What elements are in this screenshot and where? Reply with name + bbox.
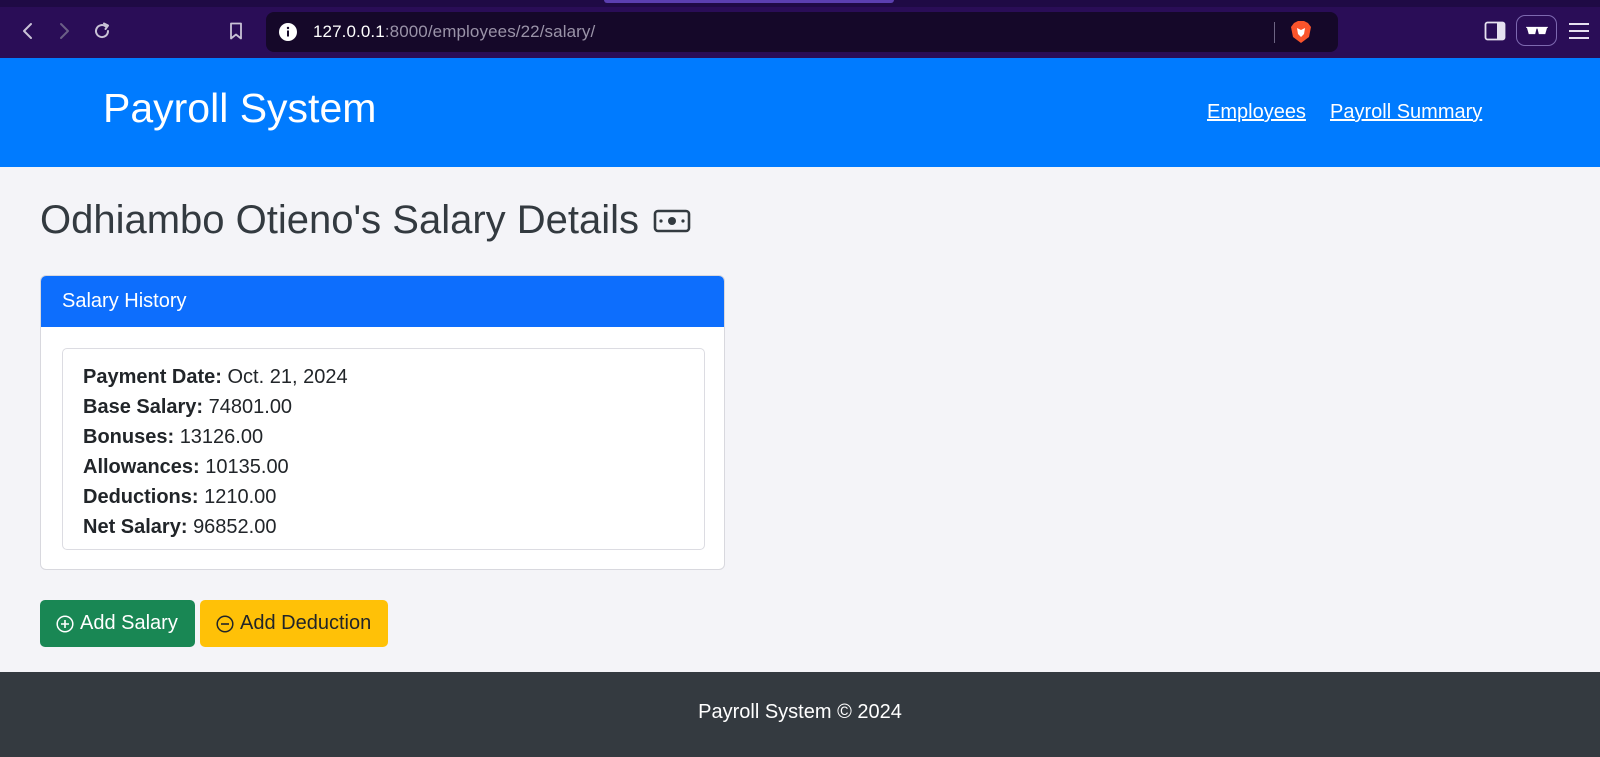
url-text[interactable]: 127.0.0.1:8000/employees/22/salary/: [313, 22, 595, 42]
bookmark-icon: [230, 22, 242, 40]
add-deduction-button[interactable]: Add Deduction: [200, 600, 388, 647]
site-header: Payroll System Employees Payroll Summary: [0, 58, 1600, 167]
salary-history-card: Salary History Payment Date: Oct. 21, 20…: [40, 275, 725, 570]
net-salary-label: Net Salary:: [83, 516, 188, 538]
brave-shields-icon[interactable]: [1290, 20, 1312, 44]
url-host: 127.0.0.1: [313, 22, 385, 41]
info-icon[interactable]: [278, 22, 298, 42]
base-salary-value: 74801.00: [208, 396, 293, 418]
back-button[interactable]: [14, 17, 42, 45]
active-tab-indicator: [604, 0, 894, 3]
glasses-icon: [1525, 26, 1548, 35]
chevron-left-icon: [23, 23, 32, 39]
footer-text: Payroll System © 2024: [698, 701, 902, 723]
salary-record: Payment Date: Oct. 21, 2024 Base Salary:…: [62, 348, 705, 550]
card-header: Salary History: [41, 276, 724, 327]
url-divider: [1274, 22, 1275, 43]
net-salary-row: Net Salary: 96852.00: [83, 512, 684, 542]
site-footer: Payroll System © 2024: [0, 672, 1600, 757]
bookmark-button[interactable]: [222, 17, 250, 45]
payment-date-value: Oct. 21, 2024: [227, 366, 348, 388]
plus-circle-icon: [56, 614, 74, 633]
payment-date-label: Payment Date:: [83, 366, 222, 388]
brand-title[interactable]: Payroll System: [103, 85, 376, 132]
payment-date-row: Payment Date: Oct. 21, 2024: [83, 362, 684, 392]
base-salary-label: Base Salary:: [83, 396, 204, 418]
forward-button[interactable]: [50, 17, 78, 45]
minus-circle-icon: [216, 614, 234, 633]
menu-icon[interactable]: [1568, 21, 1590, 41]
chevron-right-icon: [60, 23, 69, 39]
reload-button[interactable]: [88, 17, 116, 45]
deductions-row: Deductions: 1210.00: [83, 482, 684, 512]
reload-icon: [95, 22, 110, 39]
net-salary-value: 96852.00: [193, 516, 277, 538]
add-salary-button[interactable]: Add Salary: [40, 600, 195, 647]
page-title-text: Odhiambo Otieno's Salary Details: [40, 198, 640, 242]
sidebar-icon[interactable]: [1484, 21, 1506, 41]
bonuses-label: Bonuses:: [83, 426, 175, 448]
allowances-label: Allowances:: [83, 456, 200, 478]
nav-employees-link[interactable]: Employees: [1207, 101, 1306, 124]
nav-payroll-summary-link[interactable]: Payroll Summary: [1330, 101, 1482, 124]
page-title: Odhiambo Otieno's Salary Details: [40, 198, 691, 243]
url-path: :8000/employees/22/salary/: [384, 22, 596, 41]
deductions-value: 1210.00: [204, 486, 277, 508]
browser-toolbar: 127.0.0.1:8000/employees/22/salary/: [0, 0, 1600, 58]
allowances-value: 10135.00: [205, 456, 289, 478]
bonuses-value: 13126.00: [179, 426, 264, 448]
deductions-label: Deductions:: [83, 486, 199, 508]
address-bar[interactable]: 127.0.0.1:8000/employees/22/salary/: [266, 12, 1338, 52]
add-salary-label: Add Salary: [80, 612, 178, 634]
add-deduction-label: Add Deduction: [240, 612, 372, 634]
cash-icon: [653, 209, 691, 232]
private-window-button[interactable]: [1516, 15, 1557, 46]
allowances-row: Allowances: 10135.00: [83, 452, 684, 482]
base-salary-row: Base Salary: 74801.00: [83, 392, 684, 422]
bonuses-row: Bonuses: 13126.00: [83, 422, 684, 452]
